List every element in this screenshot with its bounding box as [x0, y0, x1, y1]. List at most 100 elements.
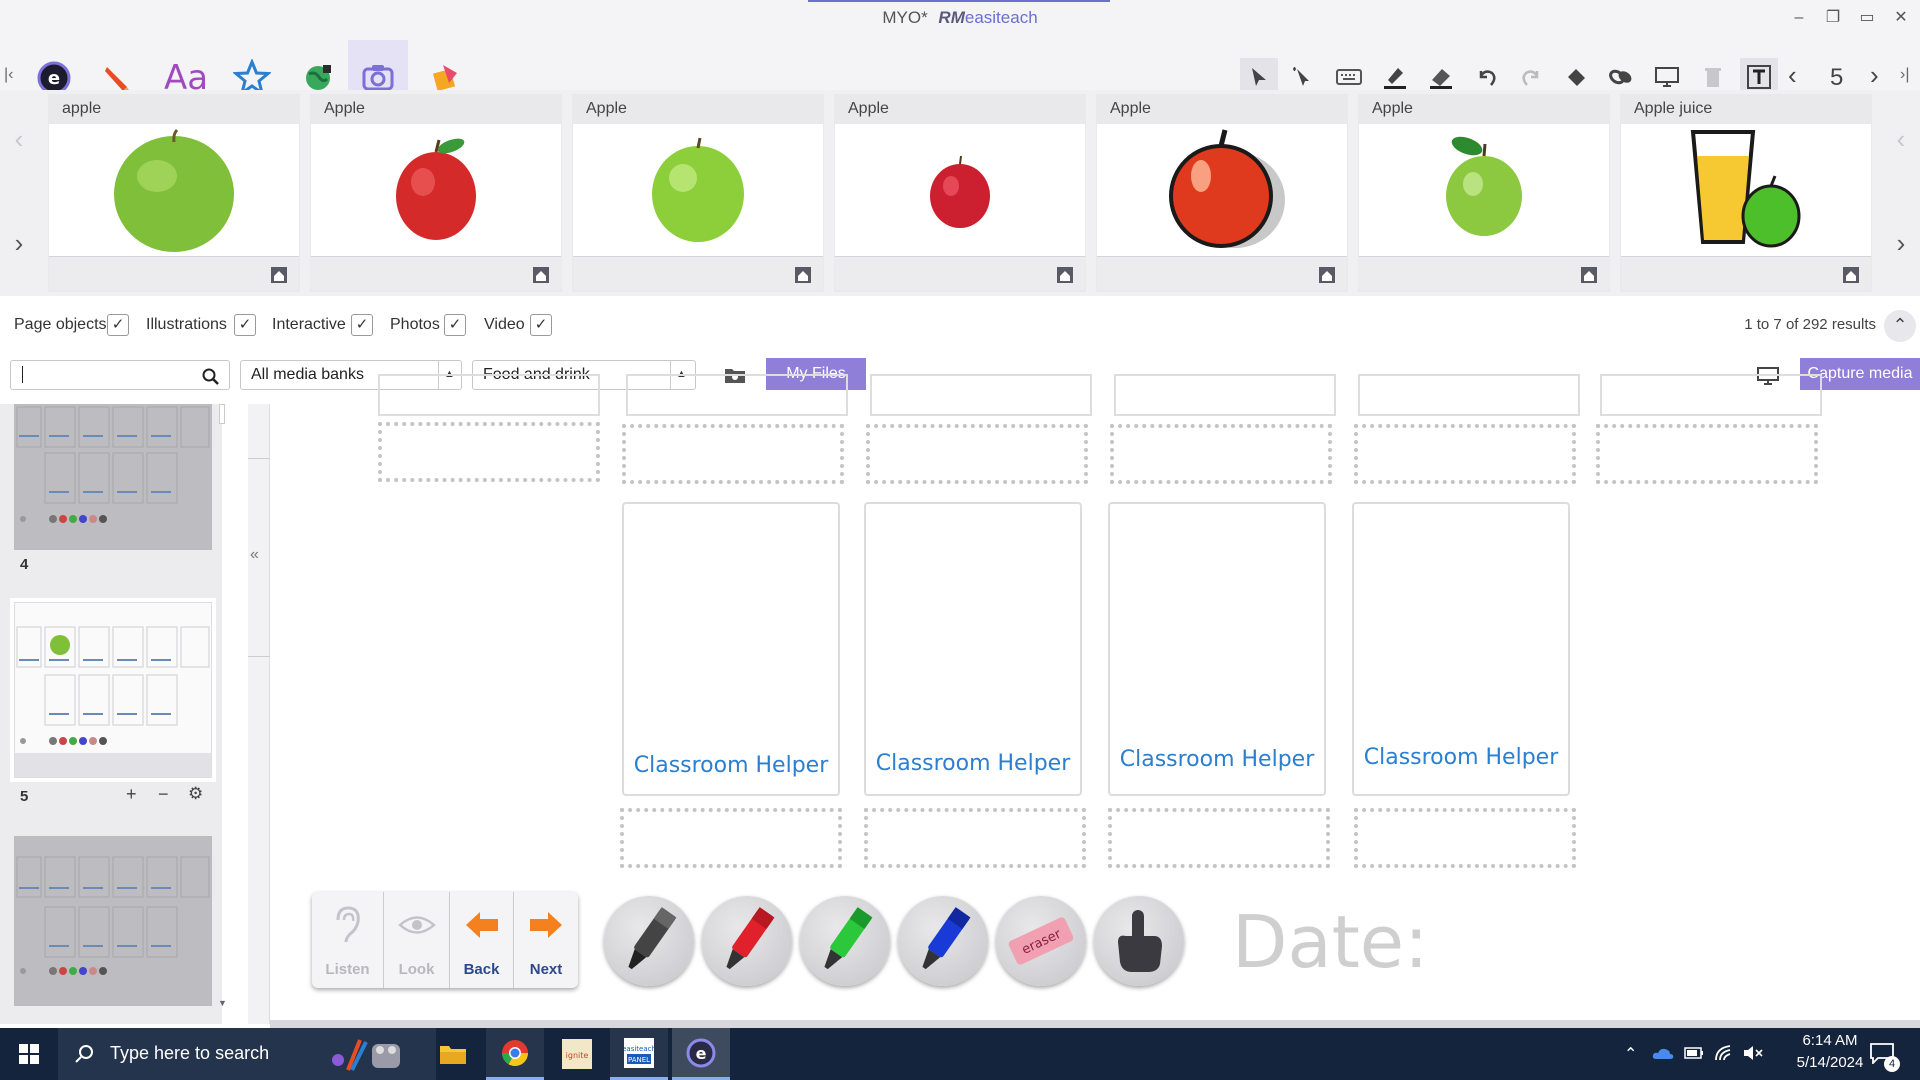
- page-settings-button[interactable]: ⚙: [188, 784, 203, 804]
- insert-home-icon[interactable]: [531, 265, 551, 285]
- red-marker-icon: [726, 907, 775, 970]
- drop-zone[interactable]: [378, 422, 600, 482]
- clock-date[interactable]: 5/14/2024: [1780, 1054, 1880, 1071]
- media-results-strip: ‹ › ‹ › apple Apple Apple Apple Apple Ap…: [0, 90, 1920, 296]
- toolbar-collapse-left-icon[interactable]: |‹: [4, 66, 13, 84]
- insert-home-icon[interactable]: [793, 265, 813, 285]
- name-box[interactable]: [1358, 374, 1580, 416]
- page-panel-scrollbar[interactable]: ▼: [218, 404, 227, 1014]
- helper-card[interactable]: Classroom Helper: [864, 502, 1082, 796]
- media-item[interactable]: Apple: [572, 94, 824, 292]
- name-box[interactable]: [378, 374, 600, 416]
- clock-time[interactable]: 6:14 AM: [1780, 1032, 1880, 1049]
- search-input[interactable]: [10, 360, 230, 390]
- back-button[interactable]: Back: [450, 892, 514, 988]
- drop-zone[interactable]: [1354, 808, 1576, 868]
- minimize-button[interactable]: –: [1786, 6, 1812, 30]
- insert-home-icon[interactable]: [1317, 265, 1337, 285]
- media-scroll-left-icon[interactable]: ›: [4, 228, 34, 259]
- name-box[interactable]: [1600, 374, 1822, 416]
- svg-text:easiteach: easiteach: [624, 1045, 654, 1053]
- drop-zone[interactable]: [864, 808, 1086, 868]
- media-item[interactable]: apple: [48, 94, 300, 292]
- helper-card[interactable]: Classroom Helper: [622, 502, 840, 796]
- panel-app-icon[interactable]: easiteach PANEL: [610, 1028, 668, 1080]
- next-button[interactable]: Next: [514, 892, 578, 988]
- page-panel-scroll-thumb[interactable]: [219, 404, 225, 424]
- add-page-button[interactable]: +: [126, 784, 137, 805]
- media-item[interactable]: Apple: [1358, 94, 1610, 292]
- file-explorer-icon[interactable]: [424, 1028, 482, 1080]
- remove-page-button[interactable]: −: [158, 784, 169, 805]
- drop-zone[interactable]: [622, 424, 844, 484]
- filter-photos-label: Photos: [390, 316, 440, 333]
- pointer-tool[interactable]: [1094, 896, 1184, 986]
- eraser-tool[interactable]: eraser: [996, 896, 1086, 986]
- canvas-horizontal-scrollbar[interactable]: [270, 1020, 1920, 1028]
- filter-interactive-checkbox[interactable]: ✓: [351, 314, 373, 336]
- insert-home-icon[interactable]: [1841, 265, 1861, 285]
- filter-photos-checkbox[interactable]: ✓: [444, 314, 466, 336]
- panel-splitter[interactable]: «: [248, 404, 270, 1024]
- look-button[interactable]: Look: [384, 892, 450, 988]
- media-scroll-right-icon[interactable]: ›: [1886, 228, 1916, 259]
- page-thumbnail[interactable]: [14, 836, 212, 1006]
- next-page-icon[interactable]: ›: [1870, 60, 1879, 91]
- insert-home-icon[interactable]: [1579, 265, 1599, 285]
- drop-zone[interactable]: [1108, 808, 1330, 868]
- collapse-panel-icon[interactable]: «: [250, 546, 259, 564]
- close-button[interactable]: ✕: [1888, 6, 1914, 30]
- taskbar-search-box[interactable]: Type here to search: [58, 1028, 436, 1080]
- chrome-icon[interactable]: [486, 1028, 544, 1080]
- notifications-badge: 4: [1884, 1056, 1900, 1072]
- filter-video-checkbox[interactable]: ✓: [530, 314, 552, 336]
- collapse-media-panel-icon[interactable]: ⌃: [1884, 310, 1916, 342]
- helper-card[interactable]: Classroom Helper: [1108, 502, 1326, 796]
- filter-illustrations-checkbox[interactable]: ✓: [234, 314, 256, 336]
- filter-page-objects-checkbox[interactable]: ✓: [107, 314, 129, 336]
- insert-home-icon[interactable]: [1055, 265, 1075, 285]
- helper-card[interactable]: Classroom Helper: [1352, 502, 1570, 796]
- svg-text:ignite: ignite: [566, 1051, 589, 1060]
- restore-button[interactable]: ❐: [1820, 6, 1846, 30]
- listen-button[interactable]: Listen: [312, 892, 384, 988]
- media-scroll-up-right-icon[interactable]: ‹: [1886, 124, 1916, 155]
- drop-zone[interactable]: [866, 424, 1088, 484]
- black-marker-tool[interactable]: [604, 896, 694, 986]
- name-box[interactable]: [1114, 374, 1336, 416]
- toolbar-collapse-right-icon[interactable]: ›|: [1900, 66, 1909, 84]
- drop-zone[interactable]: [1354, 424, 1576, 484]
- drop-zone[interactable]: [1596, 424, 1818, 484]
- name-box[interactable]: [870, 374, 1092, 416]
- ignite-app-icon[interactable]: ignite: [548, 1028, 606, 1080]
- scroll-down-icon[interactable]: ▼: [218, 998, 227, 1008]
- green-marker-tool[interactable]: [800, 896, 890, 986]
- windows-start-icon[interactable]: [0, 1028, 58, 1080]
- red-marker-tool[interactable]: [702, 896, 792, 986]
- media-item[interactable]: Apple: [834, 94, 1086, 292]
- insert-home-icon[interactable]: [269, 265, 289, 285]
- wifi-icon[interactable]: [1714, 1044, 1734, 1062]
- battery-icon[interactable]: [1684, 1046, 1704, 1060]
- media-item[interactable]: Apple: [1096, 94, 1348, 292]
- page-thumbnail[interactable]: [14, 404, 212, 550]
- drop-zone[interactable]: [620, 808, 842, 868]
- media-item[interactable]: Apple juice: [1620, 94, 1872, 292]
- show-hidden-icons-icon[interactable]: ⌃: [1624, 1044, 1637, 1064]
- maximize-button[interactable]: ▭: [1854, 6, 1880, 30]
- previous-page-icon[interactable]: ‹: [1788, 60, 1797, 91]
- page-thumbnail-selected[interactable]: [14, 602, 212, 778]
- onedrive-icon[interactable]: [1652, 1044, 1674, 1062]
- volume-muted-icon[interactable]: [1742, 1044, 1764, 1062]
- easiteach-taskbar-icon[interactable]: e: [672, 1028, 730, 1080]
- filter-interactive-label: Interactive: [272, 316, 346, 333]
- search-highlight-icon: [332, 1039, 400, 1071]
- media-item[interactable]: Apple: [310, 94, 562, 292]
- search-icon[interactable]: [202, 368, 220, 386]
- drop-zone[interactable]: [1110, 424, 1332, 484]
- name-box[interactable]: [626, 374, 848, 416]
- media-scroll-up-left-icon[interactable]: ‹: [4, 124, 34, 155]
- next-arrow-icon: [530, 912, 562, 938]
- svg-text:PANEL: PANEL: [628, 1056, 650, 1064]
- blue-marker-tool[interactable]: [898, 896, 988, 986]
